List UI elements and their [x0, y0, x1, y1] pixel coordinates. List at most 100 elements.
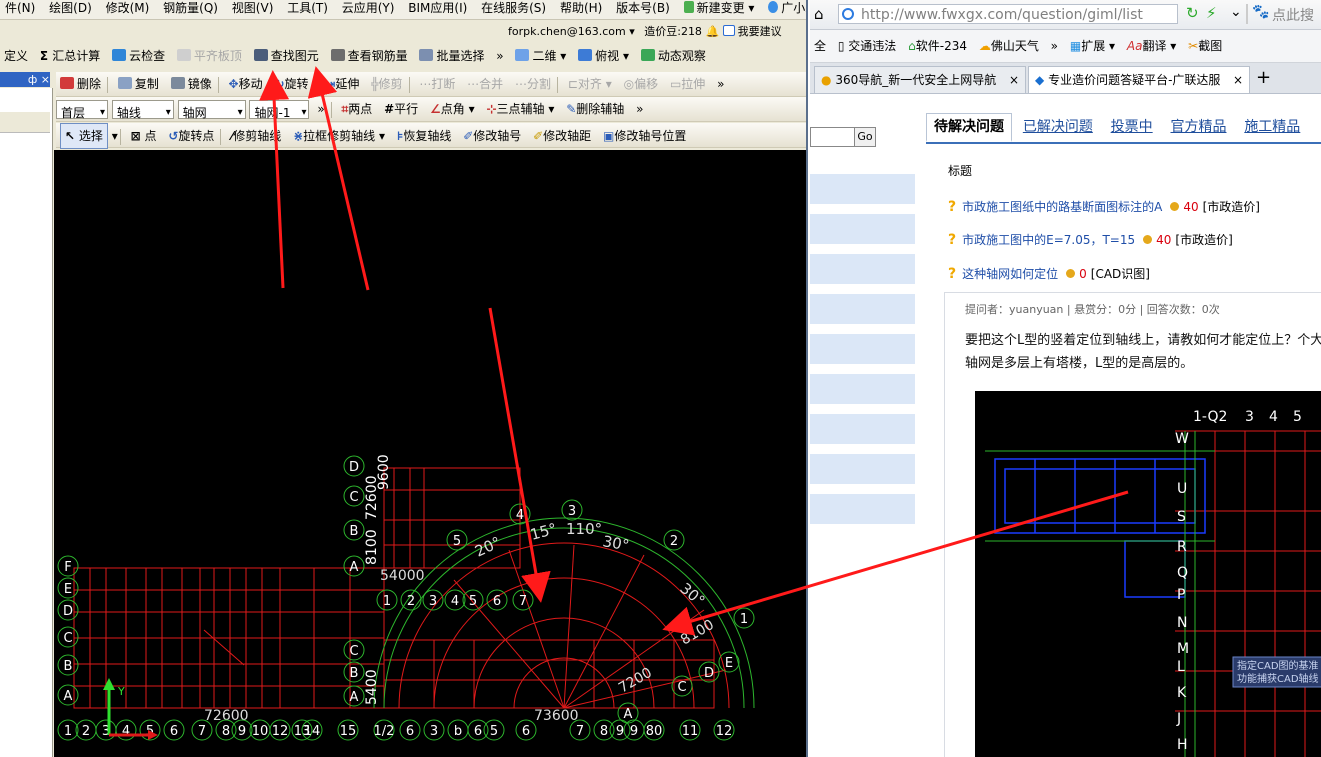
toolbar-tools-more[interactable]: » — [632, 97, 647, 121]
align-button[interactable]: ⊏对齐 ▾ — [564, 72, 616, 96]
subtype-select[interactable]: 轴网 — [177, 100, 246, 125]
menu-tools[interactable]: 工具(T) — [282, 0, 333, 17]
three-point-button[interactable]: ⊹三点辅轴 ▾ — [482, 97, 558, 121]
tab-solved[interactable]: 已解决问题 — [1016, 112, 1100, 142]
offset-button[interactable]: ◎偏移 — [620, 72, 663, 96]
delete-button[interactable]: 删除 — [56, 72, 105, 96]
panel-pin-close[interactable]: ф × — [28, 73, 50, 86]
question-link[interactable]: 市政施工图中的E=7.05，T=15 — [962, 233, 1135, 247]
stretch-button[interactable]: ▭拉伸 — [666, 72, 709, 96]
menu-version[interactable]: 版本号(B) — [611, 0, 675, 17]
menu-cloud[interactable]: 云应用(Y) — [337, 0, 400, 17]
question-link[interactable]: 这种轴网如何定位 — [962, 267, 1058, 281]
search-hint[interactable]: 点此搜 — [1272, 5, 1314, 25]
define-button[interactable]: 定义 — [0, 44, 32, 68]
rotate-point-button[interactable]: ↺旋转点 — [164, 124, 218, 148]
toolbar-edit-more[interactable]: » — [713, 72, 728, 96]
sidebar-item[interactable] — [810, 294, 915, 324]
menu-online[interactable]: 在线服务(S) — [476, 0, 551, 17]
sidebar-item[interactable] — [810, 214, 915, 244]
extensions-button[interactable]: ▦扩展 ▾ — [1066, 30, 1119, 62]
bookmark-all[interactable]: 全 — [810, 30, 830, 62]
delete-aux-button[interactable]: ✎删除辅轴 — [562, 97, 628, 121]
suggest-link[interactable]: 我要建议 — [722, 25, 782, 38]
menu-new-change[interactable]: 新建变更 ▾ — [679, 0, 760, 17]
toolbar-layer-more[interactable]: » — [313, 97, 328, 121]
move-button[interactable]: ✥移动 — [225, 72, 267, 96]
edit-axis-number-button[interactable]: ✐修改轴号 — [459, 124, 525, 148]
summary-button[interactable]: Σ 汇总计算 — [36, 44, 104, 68]
menu-rebar[interactable]: 钢筋量(Q) — [158, 0, 223, 17]
break-button[interactable]: ⋯打断 — [415, 72, 459, 96]
copy-button[interactable]: 复制 — [114, 72, 163, 96]
extend-button[interactable]: ⇥延伸 — [321, 72, 363, 96]
edit-axis-position-button[interactable]: ▣修改轴号位置 — [599, 124, 690, 148]
two-point-button[interactable]: ⌗两点 — [337, 97, 376, 121]
mirror-button[interactable]: 镜像 — [167, 72, 216, 96]
menu-view[interactable]: 视图(V) — [227, 0, 279, 17]
sidebar-item[interactable] — [810, 254, 915, 284]
close-icon[interactable]: × — [1232, 67, 1243, 93]
go-button[interactable]: Go — [854, 127, 876, 147]
view-rebar-button[interactable]: 查看钢筋量 — [327, 44, 412, 68]
menu-draw[interactable]: 绘图(D) — [44, 0, 97, 17]
tab-official[interactable]: 官方精品 — [1163, 112, 1233, 142]
new-tab-icon[interactable]: + — [1256, 67, 1271, 88]
tab-unsolved[interactable]: 待解决问题 — [926, 113, 1012, 142]
attached-cad-image[interactable]: 1-Q2 3 4 5 W U S R Q P N M L K J H 指定CAD… — [975, 391, 1321, 757]
menu-assistant[interactable]: 广小二 — [763, 0, 808, 17]
batch-select-button[interactable]: 批量选择 — [415, 44, 488, 68]
bookmark-traffic[interactable]: ▯ 交通违法 — [834, 30, 900, 62]
grid-select[interactable]: 轴网-1 — [249, 100, 310, 125]
toolbar-more[interactable]: » — [492, 44, 507, 68]
home-icon[interactable]: ⌂ — [814, 5, 824, 23]
account-email[interactable]: forpk.chen@163.com — [508, 25, 626, 38]
tab-construction[interactable]: 施工精品 — [1237, 112, 1307, 142]
align-slab-button[interactable]: 平齐板顶 — [173, 44, 246, 68]
bookmark-software[interactable]: ⌂软件-234 — [904, 30, 971, 62]
trim-button[interactable]: ╬修剪 — [367, 72, 406, 96]
tab-fwxgx[interactable]: ◆ 专业造价问题答疑平台-广联达服 × — [1028, 66, 1250, 93]
restore-axis-button[interactable]: ⊧恢复轴线 — [393, 124, 456, 148]
bell-icon[interactable]: 🔔 — [705, 25, 719, 38]
dropdown-icon[interactable]: ⌄ — [1230, 4, 1242, 20]
cloud-check-button[interactable]: 云检查 — [108, 44, 169, 68]
sidebar-item[interactable] — [810, 334, 915, 364]
orbit-button[interactable]: 动态观察 — [637, 44, 710, 68]
screenshot-button[interactable]: ✂截图 — [1184, 30, 1226, 62]
sidebar-item[interactable] — [810, 454, 915, 484]
question-link[interactable]: 市政施工图纸中的路基断面图标注的A — [962, 200, 1162, 214]
edit-axis-distance-button[interactable]: ✐修改轴距 — [529, 124, 595, 148]
menu-help[interactable]: 帮助(H) — [555, 0, 607, 17]
url-field[interactable]: http://www.fwxgx.com/question/giml/list — [838, 4, 1178, 24]
box-trim-axis-button[interactable]: ⋇拉框修剪轴线 ▾ — [289, 124, 389, 148]
drawing-canvas[interactable]: 8100 72600 9600 5400 54000 72600 73600 7… — [54, 150, 806, 757]
translate-button[interactable]: Aa翻译 ▾ — [1123, 30, 1180, 62]
2d-dropdown[interactable]: 二维 ▾ — [511, 44, 570, 68]
select-button[interactable]: ↖ 选择 — [60, 123, 108, 149]
tab-360-nav[interactable]: ● 360导航_新一代安全上网导航 × — [814, 66, 1026, 93]
find-element-button[interactable]: 查找图元 — [250, 44, 323, 68]
bookmark-more[interactable]: » — [1047, 30, 1062, 62]
menu-bim[interactable]: BIM应用(I) — [403, 0, 472, 17]
refresh-icon[interactable]: ↻ — [1186, 4, 1199, 22]
point-angle-button[interactable]: ∠点角 ▾ — [426, 97, 479, 121]
bolt-icon[interactable]: ⚡ — [1206, 4, 1217, 22]
rotate-button[interactable]: ↻旋转 — [270, 72, 312, 96]
trim-axis-button[interactable]: ⁄修剪轴线 — [227, 124, 285, 148]
sidebar-item[interactable] — [810, 174, 915, 204]
menu-file[interactable]: 件(N) — [0, 0, 40, 17]
floor-select[interactable]: 首层 — [56, 100, 108, 125]
sidebar-item[interactable] — [810, 414, 915, 444]
tab-voting[interactable]: 投票中 — [1104, 112, 1160, 142]
parallel-button[interactable]: #平行 — [380, 97, 422, 121]
menu-modify[interactable]: 修改(M) — [101, 0, 155, 17]
merge-button[interactable]: ⋯合并 — [463, 72, 507, 96]
top-view-dropdown[interactable]: 俯视 ▾ — [574, 44, 633, 68]
split-button[interactable]: ⋯分割 — [511, 72, 555, 96]
close-icon[interactable]: × — [1009, 67, 1019, 93]
bookmark-weather[interactable]: ☁佛山天气 — [975, 30, 1043, 62]
point-button[interactable]: ⊠ 点 — [127, 124, 161, 148]
sidebar-item[interactable] — [810, 494, 915, 524]
type-select[interactable]: 轴线 — [111, 100, 174, 125]
